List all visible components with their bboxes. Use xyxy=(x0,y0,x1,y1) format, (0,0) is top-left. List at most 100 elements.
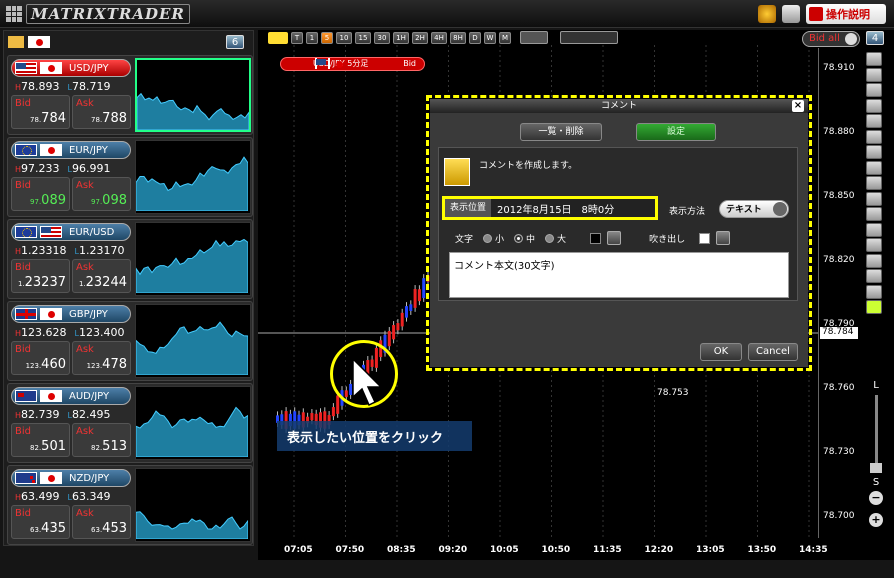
pair-name-tab[interactable]: NZD/JPY xyxy=(11,469,131,487)
text-color-swatch[interactable] xyxy=(590,232,602,244)
bid-label: Bid xyxy=(15,98,31,109)
fib-icon[interactable] xyxy=(866,191,882,206)
price-tick: 78.880 xyxy=(823,127,855,138)
bell-icon[interactable] xyxy=(866,98,882,113)
current-price-label: 78.784 xyxy=(820,327,858,339)
ask-button[interactable]: Ask 82.513 xyxy=(72,423,131,457)
zoom-out-icon[interactable]: − xyxy=(869,491,883,505)
ask-label: Ask xyxy=(76,180,94,191)
timeframe-1h[interactable]: 1H xyxy=(393,32,409,44)
ask-button[interactable]: Ask 1.23244 xyxy=(72,259,131,293)
balloon-color-swatch[interactable] xyxy=(699,232,711,244)
delete-icon[interactable] xyxy=(866,284,882,299)
mini-chart[interactable] xyxy=(135,222,251,296)
mini-chart[interactable] xyxy=(135,386,251,460)
settings-tab-button[interactable]: 設定 xyxy=(636,123,716,141)
mini-chart[interactable] xyxy=(135,468,251,542)
mode-icon[interactable] xyxy=(866,300,882,314)
palette-icon[interactable] xyxy=(758,5,776,23)
ask-button[interactable]: Ask 123.478 xyxy=(72,341,131,375)
candle xyxy=(417,289,421,302)
pair-name-tab[interactable]: USD/JPY xyxy=(11,59,131,77)
position-field[interactable]: 表示位置 2012年8月15日 8時0分 xyxy=(442,196,658,220)
currency-pair-card[interactable]: EUR/USD H1.23318 L1.23170 Bid 1.23237 Ask… xyxy=(7,219,253,299)
pair-name-tab[interactable]: GBP/JPY xyxy=(11,305,131,323)
zoom-slider-track[interactable] xyxy=(874,395,878,465)
eraser-icon[interactable] xyxy=(866,238,882,252)
zoom-slider-handle[interactable] xyxy=(870,463,882,473)
folder-icon[interactable] xyxy=(8,36,24,48)
time-tick: 12:20 xyxy=(644,545,674,555)
trendline-icon[interactable] xyxy=(866,145,882,159)
size-large-radio[interactable] xyxy=(545,233,555,243)
pair-name-tab[interactable]: EUR/JPY xyxy=(11,141,131,159)
help-button[interactable]: 操作説明 xyxy=(806,4,886,24)
price-tick: 78.910 xyxy=(823,63,855,74)
ask-button[interactable]: Ask 97.098 xyxy=(72,177,131,211)
timeframe-5[interactable]: 5 xyxy=(321,32,333,44)
price-tick: 78.820 xyxy=(823,255,855,266)
bid-label: Bid xyxy=(15,262,31,273)
bid-button[interactable]: Bid 78.784 xyxy=(11,95,70,129)
mini-chart[interactable] xyxy=(135,58,251,132)
timeframe-d[interactable]: D xyxy=(469,32,481,44)
timeframe-15[interactable]: 15 xyxy=(355,32,371,44)
zoom-in-icon[interactable]: + xyxy=(869,513,883,527)
text-icon[interactable] xyxy=(866,222,882,237)
ask-button[interactable]: Ask 78.788 xyxy=(72,95,131,129)
chart-symbol-tag[interactable]: USD/JPY 5分足 Bid xyxy=(280,57,425,71)
list-delete-button[interactable]: 一覧・削除 xyxy=(520,123,602,141)
timeframe-m[interactable]: M xyxy=(499,32,511,44)
timeframe-30[interactable]: 30 xyxy=(374,32,390,44)
price-tick: 78.700 xyxy=(823,510,855,521)
chart-style-dropdown[interactable] xyxy=(560,31,618,44)
timeframe-2h[interactable]: 2H xyxy=(412,32,428,44)
timeframe-4h[interactable]: 4H xyxy=(431,32,447,44)
pair-name-tab[interactable]: EUR/USD xyxy=(11,223,131,241)
currency-pair-card[interactable]: GBP/JPY H123.628 L123.400 Bid 123.460 Ask… xyxy=(7,301,253,381)
balloon-color-dropdown[interactable] xyxy=(716,231,731,245)
size-medium-radio[interactable] xyxy=(514,233,524,243)
flag-icon[interactable] xyxy=(866,83,882,97)
time-tick: 11:35 xyxy=(593,545,622,555)
display-mode-toggle[interactable]: テキスト xyxy=(719,200,789,218)
currency-pair-card[interactable]: USD/JPY H78.893 L78.719 Bid 78.784 Ask 78.… xyxy=(7,55,253,135)
mini-chart[interactable] xyxy=(135,140,251,214)
pen-icon[interactable] xyxy=(866,129,882,144)
timeframe-10[interactable]: 10 xyxy=(336,32,352,44)
cancel-button[interactable]: Cancel xyxy=(748,343,798,361)
pair-name-tab[interactable]: AUD/JPY xyxy=(11,387,131,405)
bid-button[interactable]: Bid 82.501 xyxy=(11,423,70,457)
ask-button[interactable]: Ask 63.453 xyxy=(72,505,131,539)
mini-chart[interactable] xyxy=(135,304,251,378)
channel-icon[interactable] xyxy=(866,207,882,221)
time-tick: 07:50 xyxy=(335,545,365,555)
timeframe-8h[interactable]: 8H xyxy=(450,32,466,44)
timeframe-t[interactable]: T xyxy=(291,32,303,44)
lock-icon[interactable] xyxy=(866,253,882,268)
cursor-icon[interactable] xyxy=(866,114,882,128)
comment-textarea[interactable]: コメント本文(30文字) xyxy=(449,252,789,298)
print-icon[interactable] xyxy=(782,5,800,23)
currency-pair-card[interactable]: EUR/JPY H97.233 L96.991 Bid 97.089 Ask 97.… xyxy=(7,137,253,217)
timeframe-w[interactable]: W xyxy=(484,32,496,44)
bid-all-toggle[interactable]: Bid all xyxy=(802,31,860,47)
ok-button[interactable]: OK xyxy=(700,343,742,361)
h-line-icon[interactable] xyxy=(866,160,882,175)
color-icon[interactable] xyxy=(866,269,882,283)
bid-button[interactable]: Bid 63.435 xyxy=(11,505,70,539)
v-line-icon[interactable] xyxy=(866,176,882,190)
currency-pair-card[interactable]: NZD/JPY H63.499 L63.349 Bid 63.435 Ask 63.… xyxy=(7,465,253,545)
bid-button[interactable]: Bid 123.460 xyxy=(11,341,70,375)
v-line-tool-icon[interactable] xyxy=(866,67,882,82)
currency-pair-card[interactable]: AUD/JPY H82.739 L82.495 Bid 82.501 Ask 82.… xyxy=(7,383,253,463)
bid-button[interactable]: Bid 97.089 xyxy=(11,177,70,211)
info-icon[interactable] xyxy=(866,52,882,66)
zoom-search-icon[interactable] xyxy=(268,32,288,44)
text-color-dropdown[interactable] xyxy=(607,231,622,245)
timeframe-1[interactable]: 1 xyxy=(306,32,318,44)
bid-button[interactable]: Bid 1.23237 xyxy=(11,259,70,293)
chart-type-line-icon[interactable] xyxy=(520,31,548,44)
close-icon[interactable]: × xyxy=(792,100,804,112)
size-small-radio[interactable] xyxy=(483,233,493,243)
